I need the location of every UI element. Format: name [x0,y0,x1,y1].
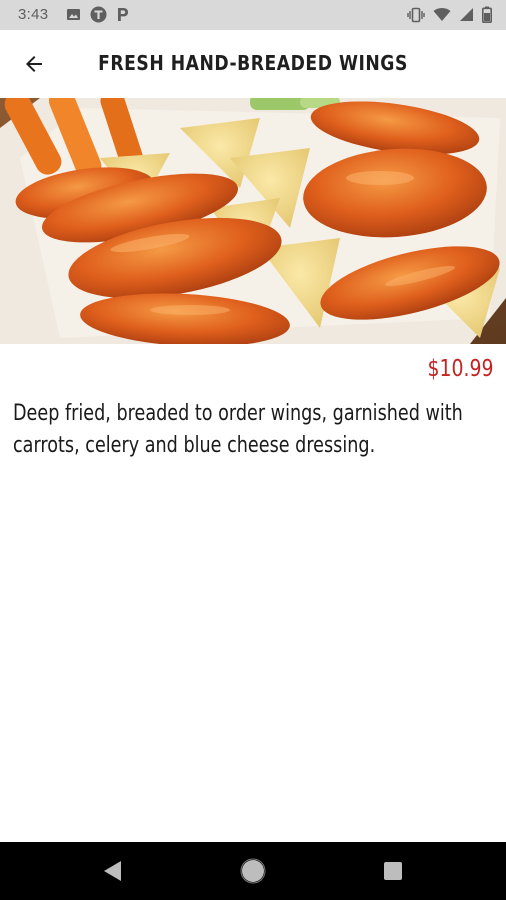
status-bar: 3:43 [0,0,506,30]
back-triangle-icon [104,861,121,881]
wifi-icon [433,8,451,21]
app-bar: FRESH HAND-BREADED WINGS [0,30,506,98]
vibrate-icon [407,7,425,22]
status-system-icons [407,6,492,23]
nav-back-button[interactable] [98,856,128,886]
food-image [0,98,506,344]
screen: 3:43 FRESH HAND-BREADED WINGS $10.99 Dee… [0,0,506,900]
recents-square-icon [384,862,402,880]
item-description: Deep fried, breaded to order wings, garn… [13,401,463,458]
status-time: 3:43 [18,6,49,23]
status-notification-icons [66,6,129,23]
buffalo-wings-photo [0,98,506,344]
page-title: FRESH HAND-BREADED WINGS [98,51,408,75]
nav-recents-button[interactable] [378,856,408,886]
t-circle-icon [90,6,107,23]
navigation-bar [0,842,506,900]
home-circle-icon [240,858,266,884]
price-label: $10.99 [427,356,493,382]
nav-home-button[interactable] [238,856,268,886]
p-parking-icon [118,8,128,21]
battery-icon [482,6,492,23]
signal-icon [460,8,473,21]
image-icon [67,9,80,20]
